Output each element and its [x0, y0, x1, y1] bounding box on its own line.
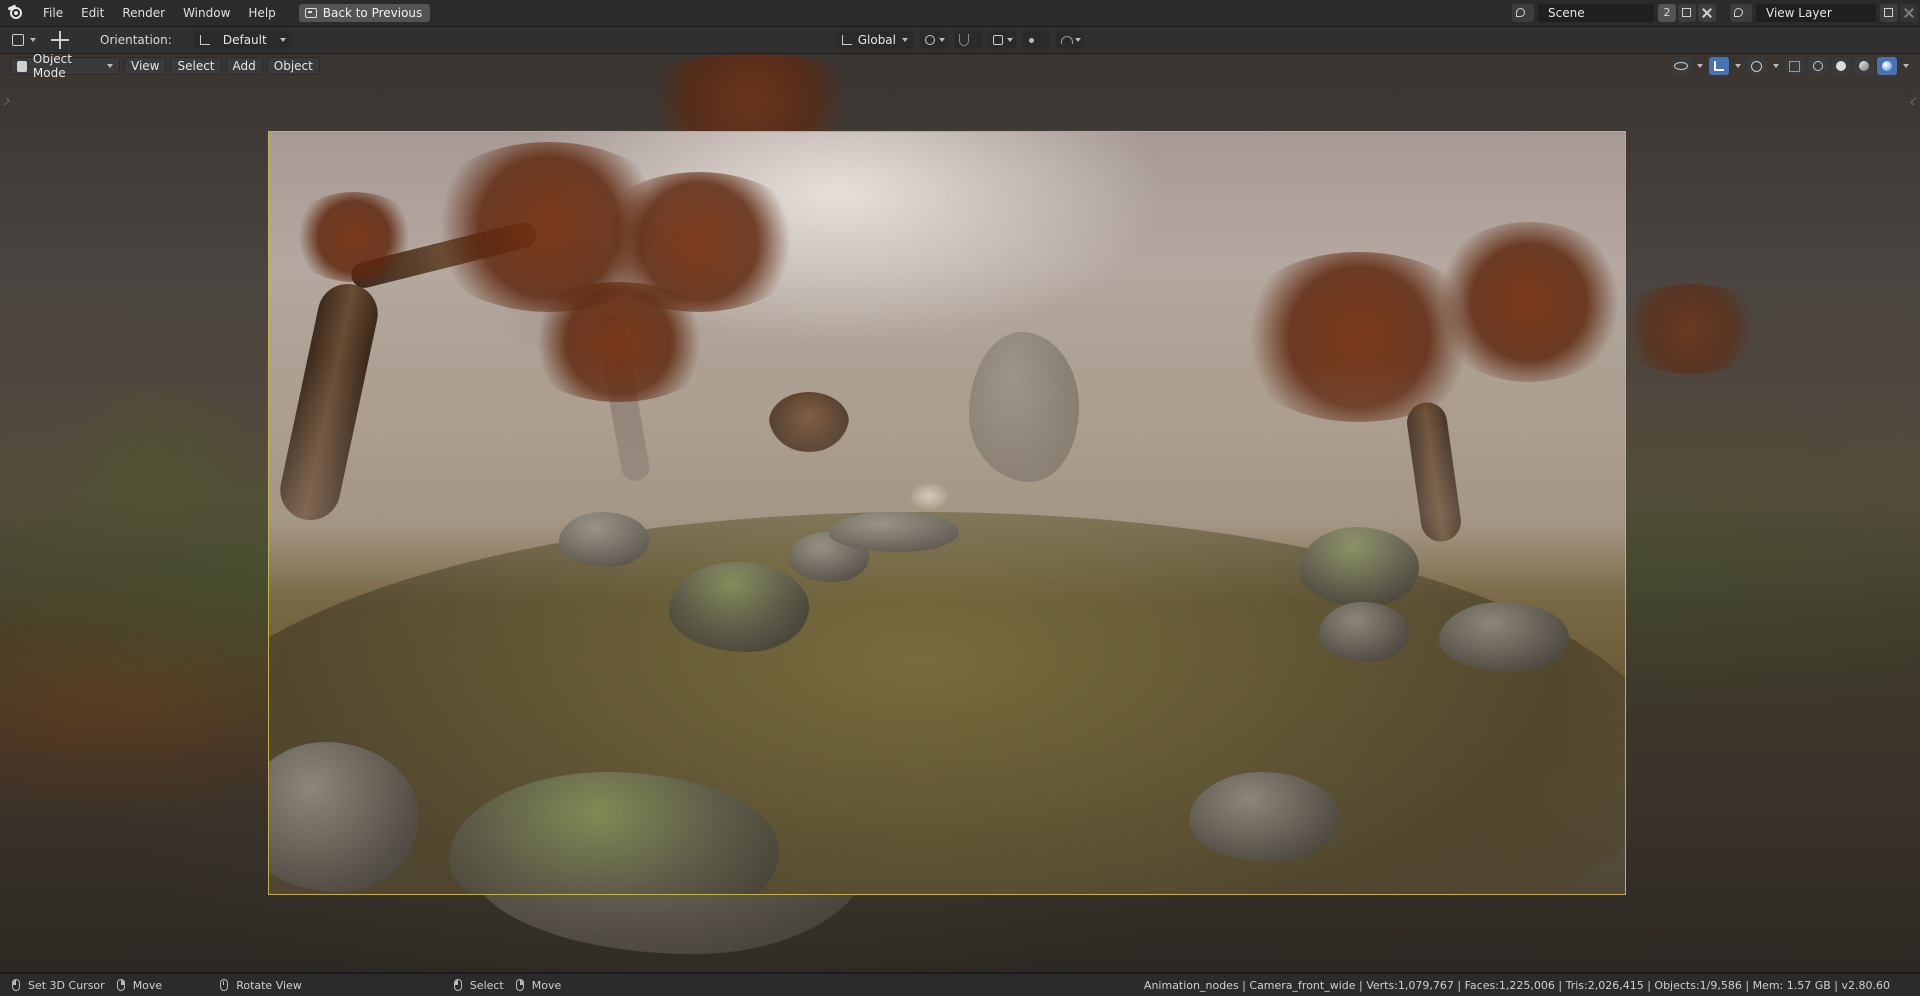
global-axis-icon: [842, 35, 852, 45]
view-layer-name: View Layer: [1766, 6, 1832, 20]
toolbar-expand-icon[interactable]: [1, 97, 10, 106]
wireframe-shading-icon[interactable]: [1808, 57, 1828, 75]
screen-back-icon: [304, 8, 317, 18]
hint-set-3d-cursor: Set 3D Cursor: [12, 979, 105, 992]
scene-browse-icon[interactable]: [1512, 4, 1534, 22]
scene-fog: [269, 132, 1625, 894]
orientation-label: Orientation:: [100, 33, 172, 47]
hint-rotate-view: Rotate View: [220, 979, 302, 992]
menu-help[interactable]: Help: [239, 2, 284, 24]
object-menu[interactable]: Object: [266, 57, 320, 75]
hint-label: Move: [531, 978, 562, 992]
object-mode-label: Object Mode: [32, 54, 72, 80]
orientation-value: Default: [222, 33, 267, 47]
object-mode-dropdown[interactable]: Object Mode: [10, 54, 120, 80]
view-layer-browse-icon[interactable]: [1730, 4, 1752, 22]
scene-new-icon[interactable]: [1678, 4, 1696, 22]
chevron-down-icon: [107, 64, 113, 68]
hint-move-2: Move: [515, 978, 562, 992]
outer-tree-foliage: [1610, 284, 1770, 374]
menu-edit[interactable]: Edit: [72, 2, 113, 24]
orientation-dropdown[interactable]: Default: [193, 31, 292, 49]
add-menu[interactable]: Add: [225, 57, 263, 75]
mouse-left-icon: [12, 979, 20, 991]
scene-name-field[interactable]: Scene: [1538, 4, 1654, 22]
mouse-right-icon: [116, 979, 125, 991]
snap-magnet-icon[interactable]: [954, 31, 982, 49]
transform-tools-group: Global: [836, 31, 1084, 49]
gizmo-dropdown[interactable]: [1732, 57, 1744, 75]
top-menu-bar: File Edit Render Window Help Back to Pre…: [0, 0, 1920, 27]
blender-logo-icon[interactable]: [7, 4, 26, 22]
select-menu[interactable]: Select: [170, 57, 222, 75]
tool-settings-header: Orientation: Default Global: [0, 27, 1920, 53]
menu-window[interactable]: Window: [174, 2, 239, 24]
move-tool-icon[interactable]: [48, 30, 72, 50]
mouse-left-icon: [453, 979, 462, 991]
view-layer-new-icon[interactable]: [1880, 4, 1898, 22]
shading-dropdown[interactable]: [1900, 57, 1912, 75]
chevron-down-icon: [902, 38, 908, 42]
3d-viewport[interactable]: Object Mode View Select Add Object: [0, 54, 1920, 972]
orientation-axis-icon: [199, 35, 210, 45]
rendered-shading-icon[interactable]: [1877, 57, 1897, 75]
visibility-dropdown[interactable]: [1694, 57, 1706, 75]
hint-select: Select: [453, 978, 504, 992]
xray-toggle-icon[interactable]: [1785, 57, 1805, 75]
view-layer-field[interactable]: View Layer: [1756, 4, 1876, 22]
status-bar: Set 3D Cursor Move Rotate View Select Mo…: [0, 973, 1920, 996]
outer-bush: [30, 384, 270, 534]
scene-name: Scene: [1548, 6, 1585, 20]
viewport-header: Object Mode View Select Add Object: [10, 54, 320, 80]
transform-orientation-value: Global: [857, 33, 896, 47]
view-layer-remove-icon[interactable]: [1900, 4, 1918, 22]
proportional-edit-icon[interactable]: [1022, 31, 1050, 49]
gizmo-axes-icon[interactable]: [1709, 57, 1729, 75]
hint-label: Select: [469, 978, 504, 992]
chevron-down-icon: [279, 38, 286, 42]
mouse-right-icon: [515, 979, 524, 991]
scene-users-count[interactable]: 2: [1658, 4, 1676, 22]
solid-shading-icon[interactable]: [1831, 57, 1851, 75]
view-menu[interactable]: View: [124, 57, 167, 75]
overlays-icon[interactable]: [1747, 57, 1767, 75]
visibility-eye-icon[interactable]: [1671, 57, 1691, 75]
overlays-dropdown[interactable]: [1770, 57, 1782, 75]
menu-render[interactable]: Render: [113, 2, 174, 24]
scene-unlink-icon[interactable]: [1698, 4, 1716, 22]
falloff-curve-icon[interactable]: [1056, 31, 1084, 49]
object-mode-icon: [17, 60, 27, 72]
back-to-previous-button[interactable]: Back to Previous: [298, 4, 431, 22]
transform-orientation-dropdown[interactable]: Global: [836, 31, 914, 49]
viewport-shading-controls: [1671, 57, 1912, 75]
menu-file[interactable]: File: [34, 2, 72, 24]
snap-target-icon[interactable]: [988, 31, 1016, 49]
editor-type-icon[interactable]: [8, 30, 38, 50]
camera-frame-render[interactable]: [268, 131, 1626, 895]
material-preview-icon[interactable]: [1854, 57, 1874, 75]
scene-selector-group: Scene 2 View Layer: [1512, 0, 1920, 26]
hint-label: Move: [132, 978, 163, 992]
hint-label: Rotate View: [236, 978, 302, 992]
hint-move: Move: [116, 978, 163, 992]
pivot-point-icon[interactable]: [920, 31, 948, 49]
scene-statistics: Animation_nodes | Camera_front_wide | Ve…: [1143, 978, 1890, 992]
hint-label: Set 3D Cursor: [28, 978, 105, 992]
sidebar-expand-icon[interactable]: [1910, 97, 1919, 106]
mouse-middle-icon: [220, 979, 229, 991]
back-to-previous-label: Back to Previous: [322, 6, 423, 20]
